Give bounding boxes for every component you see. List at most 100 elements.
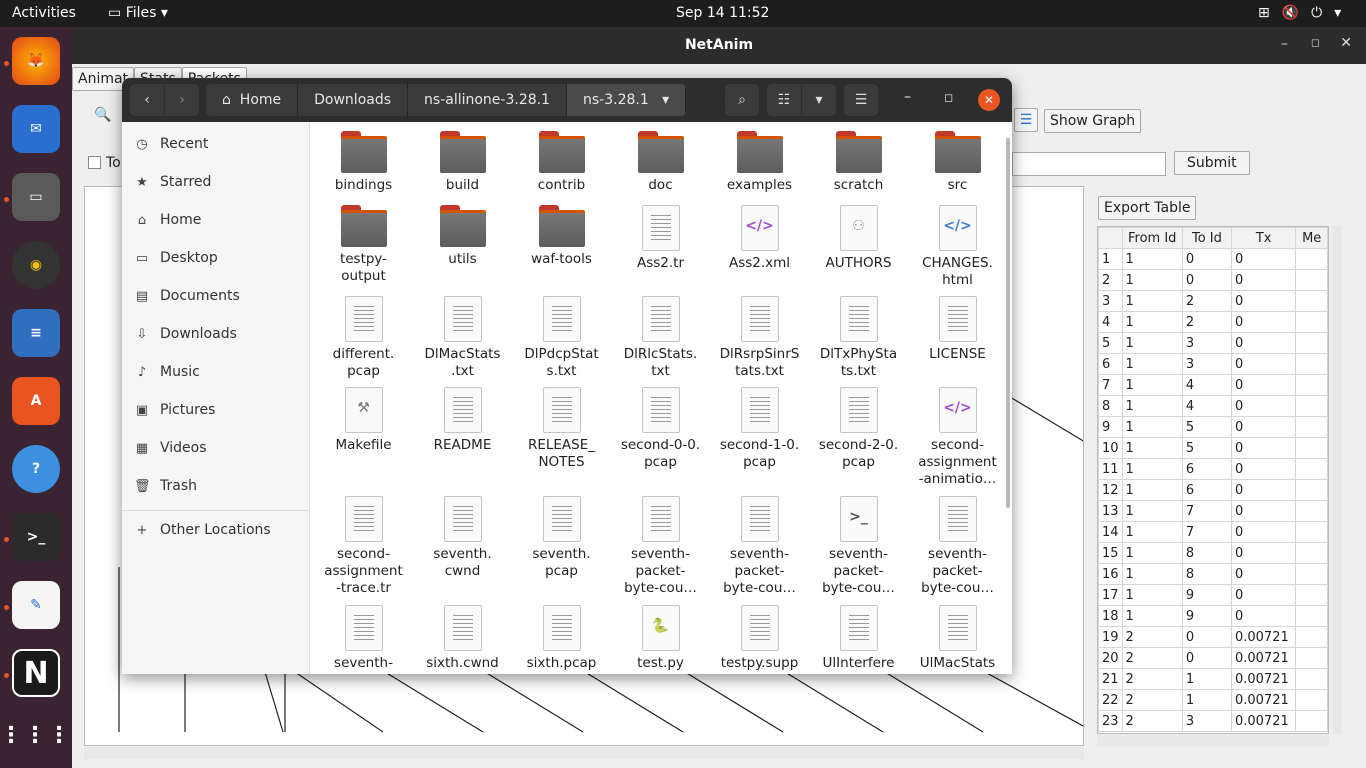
maximize-icon[interactable]: ◻: [944, 91, 953, 104]
zoom-in-icon[interactable]: 🔍: [94, 107, 111, 123]
file-item[interactable]: UlMacStats: [908, 605, 1007, 672]
back-button[interactable]: ‹: [130, 84, 164, 116]
file-item[interactable]: build: [413, 131, 512, 194]
table-row[interactable]: 7140: [1098, 374, 1328, 396]
file-item[interactable]: Ass2.tr: [611, 205, 710, 272]
column-header[interactable]: To Id: [1181, 227, 1232, 249]
close-icon[interactable]: ✕: [1340, 35, 1352, 51]
table-row[interactable]: 23 2 3 0.00721: [1098, 710, 1328, 732]
files-icon[interactable]: ▭: [12, 173, 60, 221]
checkbox[interactable]: [88, 156, 101, 169]
hamburger-menu-icon[interactable]: ☰: [844, 84, 878, 116]
export-table-button[interactable]: Export Table: [1098, 196, 1197, 220]
file-item[interactable]: second-1-0. pcap: [710, 387, 809, 471]
file-item[interactable]: seventh-: [314, 605, 413, 672]
help-icon[interactable]: ?: [12, 445, 60, 493]
file-item[interactable]: ⚒ Makefile: [314, 387, 413, 454]
file-item[interactable]: 🐍 test.py: [611, 605, 710, 672]
table-row[interactable]: 21 2 1 0.00721: [1098, 668, 1328, 690]
sidebar-item-documents[interactable]: ▤ Documents: [134, 288, 240, 304]
table-row[interactable]: 2100: [1098, 269, 1328, 291]
file-item[interactable]: LICENSE: [908, 296, 1007, 363]
file-item[interactable]: utils: [413, 205, 512, 268]
file-item[interactable]: testpy.supp: [710, 605, 809, 672]
packets-table[interactable]: From Id To Id Tx Me 11002100312041205130…: [1097, 226, 1329, 734]
file-item[interactable]: RELEASE_ NOTES: [512, 387, 611, 471]
file-item[interactable]: bindings: [314, 131, 413, 194]
rhythmbox-icon[interactable]: ◉: [12, 241, 60, 289]
file-item[interactable]: sixth.cwnd: [413, 605, 512, 672]
view-list-icon[interactable]: ☷: [767, 84, 801, 116]
table-row[interactable]: 10 1 5 0: [1098, 437, 1328, 459]
files-app-menu[interactable]: ▭ Files ▾: [108, 5, 168, 21]
minimize-icon[interactable]: –: [904, 89, 911, 105]
submit-button[interactable]: Submit: [1174, 151, 1250, 175]
file-item[interactable]: </> second- assignment -animatio…: [908, 387, 1007, 488]
grid-scrollbar[interactable]: [1006, 138, 1010, 508]
sidebar-item-home[interactable]: ⌂ Home: [134, 212, 201, 228]
file-item[interactable]: DlRsrpSinrS tats.txt: [710, 296, 809, 380]
file-item[interactable]: DlRlcStats. txt: [611, 296, 710, 380]
maximize-icon[interactable]: ◻: [1311, 36, 1320, 49]
file-item[interactable]: testpy- output: [314, 205, 413, 285]
sidebar-item-music[interactable]: ♪ Music: [134, 364, 200, 380]
table-row[interactable]: 22 2 1 0.00721: [1098, 689, 1328, 711]
show-graph-button[interactable]: Show Graph: [1044, 109, 1142, 133]
file-item[interactable]: contrib: [512, 131, 611, 194]
software-center-icon[interactable]: A: [12, 377, 60, 425]
file-item[interactable]: DlTxPhySta ts.txt: [809, 296, 908, 380]
file-item[interactable]: seventh. pcap: [512, 496, 611, 580]
close-icon[interactable]: ✕: [978, 89, 1000, 111]
show-applications-icon[interactable]: ⋮⋮⋮: [0, 711, 70, 759]
file-item[interactable]: UlInterfere: [809, 605, 908, 672]
file-item[interactable]: src: [908, 131, 1007, 194]
breadcrumb-ns-3[interactable]: ns-3.28.1 ▾: [567, 84, 687, 116]
sidebar-item-downloads[interactable]: ⇩ Downloads: [134, 326, 237, 342]
file-item[interactable]: >_ seventh- packet- byte-cou…: [809, 496, 908, 597]
table-row[interactable]: 11 1 6 0: [1098, 458, 1328, 480]
table-row[interactable]: 3120: [1098, 290, 1328, 312]
table-row[interactable]: 5130: [1098, 332, 1328, 354]
sidebar-item-trash[interactable]: 🗑 Trash: [134, 478, 197, 494]
text-editor-icon[interactable]: ✎: [12, 581, 60, 629]
file-item[interactable]: seventh- packet- byte-cou…: [710, 496, 809, 597]
column-header[interactable]: From Id: [1121, 227, 1183, 249]
file-item[interactable]: DlMacStats .txt: [413, 296, 512, 380]
table-row[interactable]: 19 2 0 0.00721: [1098, 626, 1328, 648]
table-row[interactable]: 1100: [1098, 248, 1328, 270]
canvas-horizontal-scrollbar[interactable]: [84, 747, 1084, 759]
clock[interactable]: Sep 14 11:52: [676, 5, 769, 21]
table-row[interactable]: 16 1 8 0: [1098, 563, 1328, 585]
file-item[interactable]: scratch: [809, 131, 908, 194]
file-item[interactable]: </> Ass2.xml: [710, 205, 809, 272]
table-row[interactable]: 12 1 6 0: [1098, 479, 1328, 501]
firefox-icon[interactable]: 🦊: [12, 37, 60, 85]
table-row[interactable]: 9150: [1098, 416, 1328, 438]
breadcrumb-ns-allinone[interactable]: ns-allinone-3.28.1: [408, 84, 568, 116]
file-item[interactable]: second-0-0. pcap: [611, 387, 710, 471]
filter-input[interactable]: [1012, 152, 1166, 176]
table-horizontal-scrollbar[interactable]: [1097, 735, 1329, 747]
list-view-icon[interactable]: ☰: [1014, 108, 1038, 132]
table-vertical-scrollbar[interactable]: [1332, 226, 1342, 734]
sidebar-item-other-locations[interactable]: + Other Locations: [134, 522, 271, 538]
file-item[interactable]: DlPdcpStat s.txt: [512, 296, 611, 380]
file-item[interactable]: examples: [710, 131, 809, 194]
file-item[interactable]: second- assignment -trace.tr: [314, 496, 413, 597]
table-row[interactable]: 6130: [1098, 353, 1328, 375]
minimize-icon[interactable]: –: [1281, 36, 1288, 52]
file-item[interactable]: ⚇ AUTHORS: [809, 205, 908, 272]
view-options-icon[interactable]: ▾: [802, 84, 836, 116]
table-row[interactable]: 8140: [1098, 395, 1328, 417]
file-item[interactable]: waf-tools: [512, 205, 611, 268]
file-item[interactable]: README: [413, 387, 512, 454]
search-icon[interactable]: ⌕: [725, 84, 759, 116]
table-row[interactable]: 13 1 7 0: [1098, 500, 1328, 522]
breadcrumb-home[interactable]: ⌂ Home: [206, 84, 299, 116]
file-item[interactable]: seventh. cwnd: [413, 496, 512, 580]
libreoffice-writer-icon[interactable]: ≡: [12, 309, 60, 357]
file-item[interactable]: seventh- packet- byte-cou…: [611, 496, 710, 597]
column-header[interactable]: Tx: [1230, 227, 1297, 249]
thunderbird-icon[interactable]: ✉: [12, 105, 60, 153]
table-row[interactable]: 17 1 9 0: [1098, 584, 1328, 606]
